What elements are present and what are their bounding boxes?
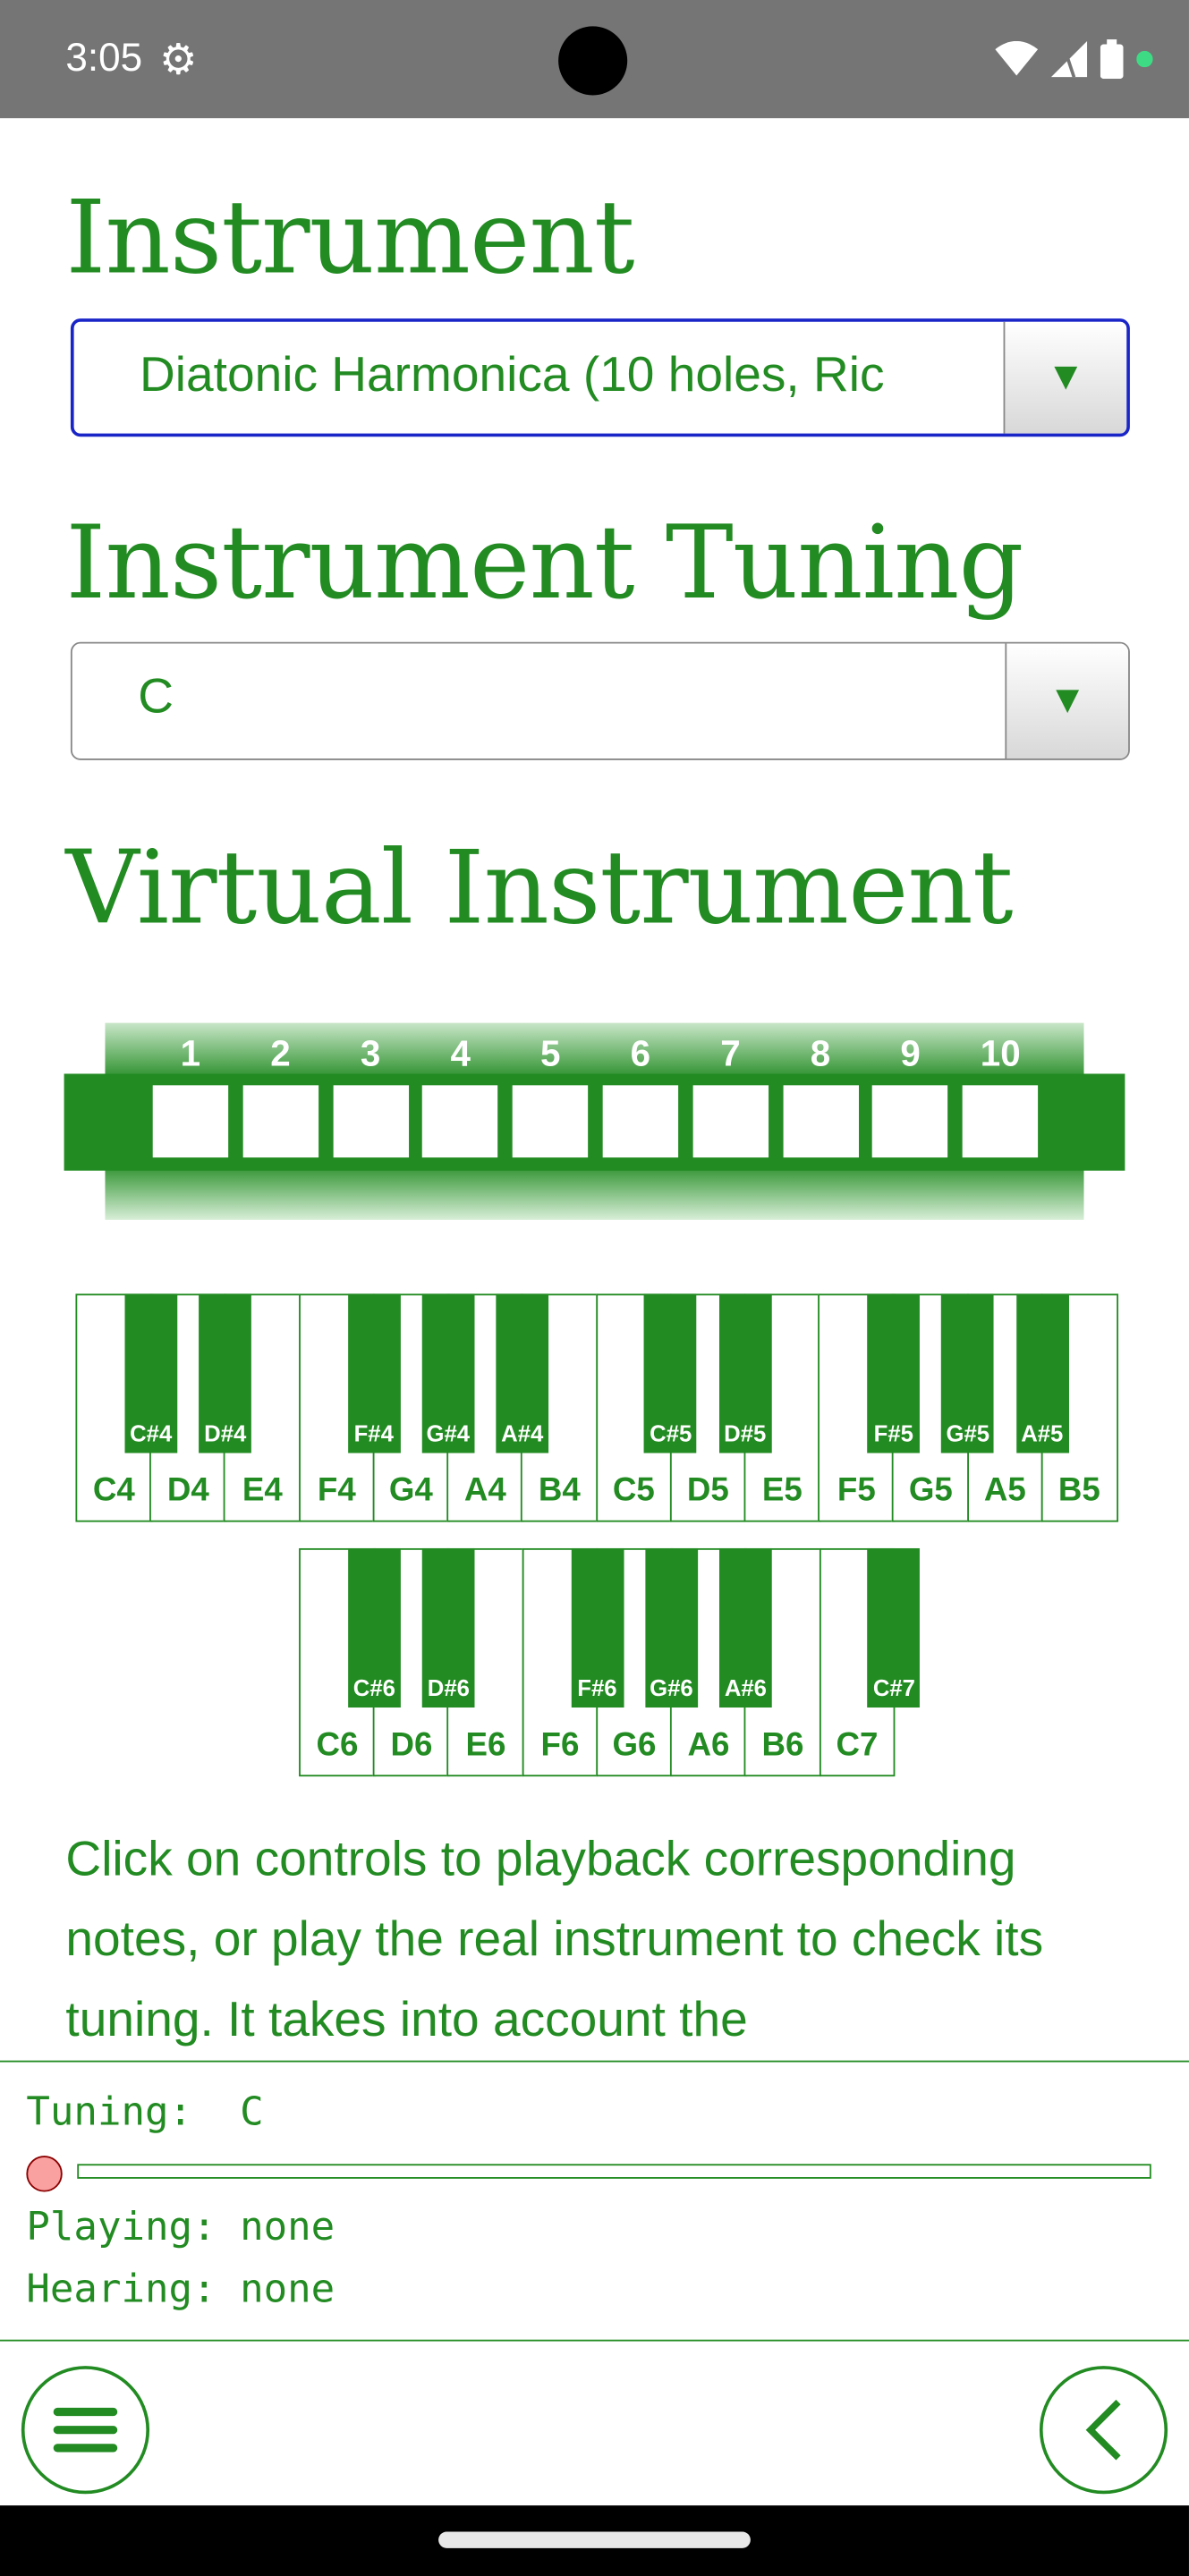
harmonica-hole-6[interactable] <box>602 1085 679 1158</box>
chevron-left-icon <box>1085 2399 1121 2461</box>
black-key-asharp5[interactable]: A#5 <box>1015 1293 1069 1453</box>
virtual-instrument-heading: Virtual Instrument <box>65 827 1013 948</box>
status-bar: 3:05 ⚙ <box>0 0 1189 119</box>
harmonica: 1 2 3 4 5 6 7 8 9 10 <box>0 1018 1189 1232</box>
harmonica-hole-2[interactable] <box>242 1085 318 1158</box>
harmonica-hole-8[interactable] <box>782 1085 859 1158</box>
hole-number: 8 <box>810 1032 831 1074</box>
black-key-csharp6[interactable]: C#6 <box>347 1547 401 1708</box>
hole-number: 7 <box>720 1032 741 1074</box>
level-meter <box>77 2164 1151 2179</box>
status-panel: Tuning: C Playing: none Hearing: none <box>0 2060 1189 2342</box>
home-gesture-handle[interactable] <box>438 2531 751 2548</box>
notification-dot <box>1136 50 1153 68</box>
dropdown-arrow-icon[interactable]: ▼ <box>1003 321 1127 434</box>
hamburger-menu-icon <box>53 2407 118 2453</box>
battery-icon <box>1100 39 1124 80</box>
black-key-gsharp6[interactable]: G#6 <box>645 1547 698 1708</box>
system-nav-bar <box>0 2505 1189 2576</box>
keyboard-row-1: C4 D4 E4 F4 G4 A4 B4 C5 D5 E5 F5 G5 A5 B5 C#4 D#4 F#4 G#4… <box>75 1293 1118 1522</box>
tuning-heading: Instrument Tuning <box>65 502 1023 623</box>
instrument-select[interactable]: Diatonic Harmonica (10 holes, Ric ▼ <box>70 318 1130 437</box>
harmonica-hole-9[interactable] <box>872 1085 948 1158</box>
tuning-readout: Tuning: C <box>26 2088 264 2135</box>
back-button[interactable] <box>1039 2366 1168 2495</box>
camera-cutout <box>558 26 628 96</box>
instrument-select-value: Diatonic Harmonica (10 holes, Ric <box>140 348 885 402</box>
description-text: Click on controls to playback correspond… <box>65 1832 1044 2047</box>
black-key-dsharp5[interactable]: D#5 <box>718 1293 772 1453</box>
black-key-gsharp4[interactable]: G#4 <box>421 1293 475 1453</box>
harmonica-hole-3[interactable] <box>332 1085 409 1158</box>
black-key-fsharp6[interactable]: F#6 <box>571 1547 624 1708</box>
menu-button[interactable] <box>21 2366 150 2495</box>
hole-number: 1 <box>180 1032 201 1074</box>
harmonica-hole-1[interactable] <box>152 1085 229 1158</box>
harmonica-hole-5[interactable] <box>513 1085 589 1158</box>
app-screen: 3:05 ⚙ Instrument Diatonic Harmonica (10… <box>0 0 1189 2576</box>
harmonica-hole-10[interactable] <box>963 1085 1039 1158</box>
hole-number: 9 <box>900 1032 921 1074</box>
tuning-select[interactable]: C ▼ <box>70 641 1130 760</box>
black-key-dsharp4[interactable]: D#4 <box>199 1293 252 1453</box>
black-key-csharp7[interactable]: C#7 <box>868 1547 921 1708</box>
hole-number: 6 <box>630 1032 651 1074</box>
hole-number: 4 <box>450 1032 471 1074</box>
gear-icon: ⚙ <box>159 34 198 84</box>
black-key-csharp4[interactable]: C#4 <box>124 1293 178 1453</box>
black-key-asharp6[interactable]: A#6 <box>719 1547 772 1708</box>
tuning-select-value: C <box>138 669 174 724</box>
black-key-asharp4[interactable]: A#4 <box>496 1293 549 1453</box>
instrument-heading: Instrument <box>65 177 634 298</box>
status-time: 3:05 <box>65 36 143 80</box>
harmonica-hole-7[interactable] <box>692 1085 769 1158</box>
hearing-readout: Hearing: none <box>26 2266 335 2312</box>
black-key-fsharp4[interactable]: F#4 <box>347 1293 401 1453</box>
hole-number: 5 <box>540 1032 561 1074</box>
black-key-csharp5[interactable]: C#5 <box>644 1293 698 1453</box>
hole-number: 10 <box>980 1032 1021 1074</box>
wifi-icon <box>995 40 1039 76</box>
black-key-fsharp5[interactable]: F#5 <box>867 1293 921 1453</box>
black-key-gsharp5[interactable]: G#5 <box>941 1293 995 1453</box>
playing-readout: Playing: none <box>26 2203 335 2250</box>
input-indicator-icon <box>26 2156 63 2192</box>
hole-number: 2 <box>270 1032 291 1074</box>
harmonica-hole-4[interactable] <box>422 1085 498 1158</box>
keyboard-row-2: C6 D6 E6 F6 G6 A6 B6 C7 C#6 D#6 F#6 G#6 A#6 C#7 <box>299 1547 921 1777</box>
black-key-dsharp6[interactable]: D#6 <box>421 1547 475 1708</box>
signal-icon <box>1050 40 1088 78</box>
hole-number: 3 <box>360 1032 381 1074</box>
dropdown-arrow-icon[interactable]: ▼ <box>1005 643 1129 759</box>
